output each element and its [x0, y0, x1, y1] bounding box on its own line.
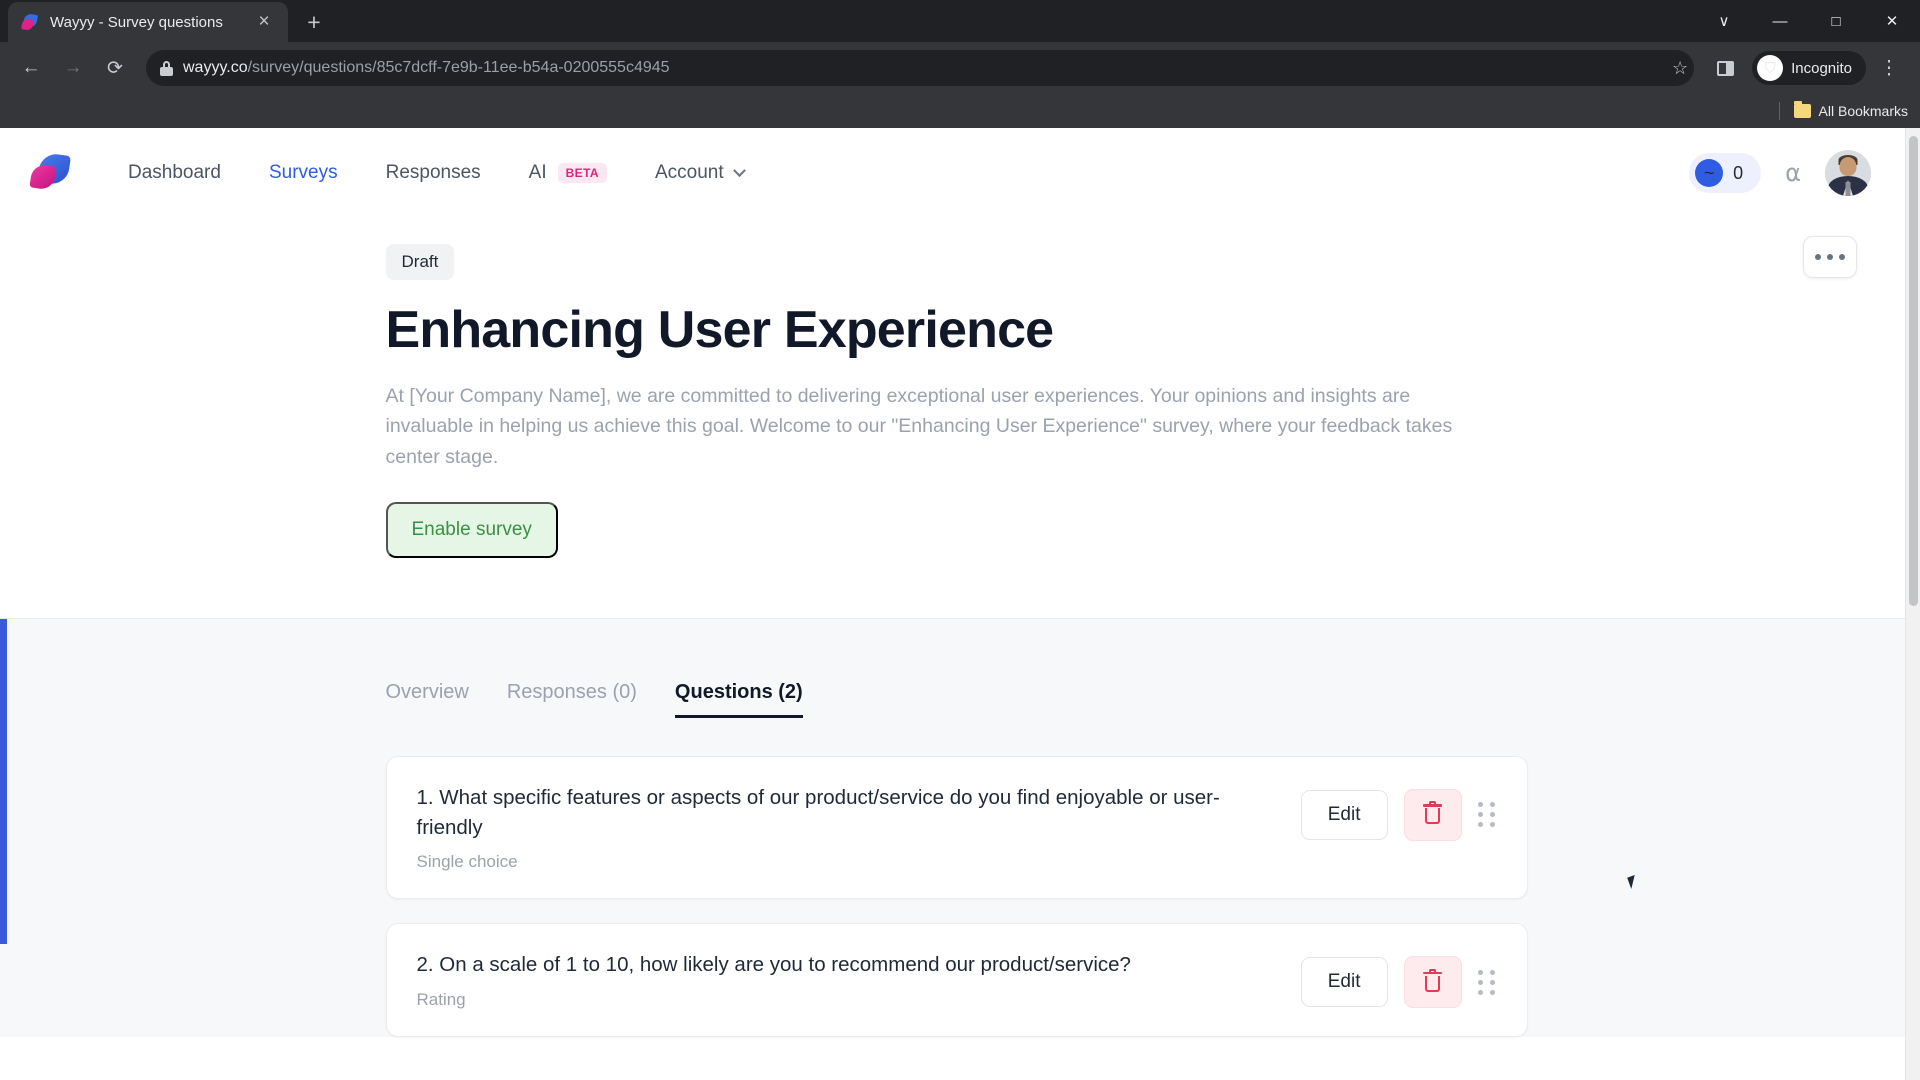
- wayyy-logo[interactable]: [29, 152, 72, 194]
- url-text: wayyy.co/survey/questions/85c7dcff-7e9b-…: [183, 59, 670, 77]
- status-badge: Draft: [385, 244, 455, 280]
- question-actions: Edit: [1300, 783, 1497, 841]
- trash-icon: [1423, 968, 1442, 993]
- trash-icon: [1423, 801, 1442, 825]
- tab-bar: Overview Responses (0) Questions (2): [386, 681, 1528, 734]
- minimize-icon[interactable]: —: [1752, 0, 1808, 42]
- bookmarks-bar: All Bookmarks: [0, 94, 1920, 128]
- incognito-badge[interactable]: ⛉ Incognito: [1752, 51, 1866, 85]
- maximize-icon[interactable]: □: [1808, 0, 1864, 42]
- delete-question-button[interactable]: [1403, 956, 1462, 1009]
- nav-item-ai[interactable]: AI BETA: [505, 162, 631, 184]
- beta-badge: BETA: [557, 163, 607, 183]
- delete-question-button[interactable]: [1403, 788, 1462, 841]
- question-content: 2. On a scale of 1 to 10, how likely are…: [417, 950, 1281, 1010]
- questions-list: 1. What specific features or aspects of …: [385, 755, 1528, 1037]
- browser-window: Wayyy - Survey questions × + ∨ — □ ✕ ← →…: [0, 0, 1920, 1080]
- bookmark-star-icon[interactable]: ☆: [1672, 58, 1688, 79]
- drag-handle-icon[interactable]: [1477, 802, 1497, 828]
- nav-item-account[interactable]: Account: [631, 162, 768, 184]
- edit-question-button[interactable]: Edit: [1300, 957, 1388, 1008]
- survey-description: At [Your Company Name], we are committed…: [385, 385, 1453, 468]
- nav-item-responses[interactable]: Responses: [362, 162, 505, 184]
- forward-icon[interactable]: →: [54, 49, 92, 87]
- nav-links: Dashboard Surveys Responses AI BETA Acco…: [104, 162, 768, 184]
- incognito-label: Incognito: [1791, 59, 1852, 77]
- credits-value: 0: [1733, 162, 1744, 183]
- side-panel-icon[interactable]: [1706, 49, 1744, 87]
- lock-icon: [160, 60, 173, 76]
- question-text: 1. What specific features or aspects of …: [416, 785, 1220, 839]
- browser-menu-icon[interactable]: ⋮: [1870, 49, 1908, 87]
- window-controls: ∨ — □ ✕: [1696, 0, 1920, 42]
- question-content: 1. What specific features or aspects of …: [417, 783, 1281, 872]
- browser-toolbar: ← → ⟳ wayyy.co/survey/questions/85c7dcff…: [0, 42, 1920, 94]
- url-path: /survey/questions/85c7dcff-7e9b-11ee-b54…: [247, 59, 670, 76]
- credits-pill[interactable]: ~ 0: [1689, 153, 1762, 193]
- page-content: Dashboard Surveys Responses AI BETA Acco…: [0, 128, 1905, 1080]
- nav-item-surveys[interactable]: Surveys: [245, 162, 362, 184]
- folder-icon: [1793, 101, 1811, 118]
- bell-icon[interactable]: ⍺: [1785, 159, 1801, 188]
- drag-handle-icon[interactable]: [1477, 969, 1497, 995]
- back-icon[interactable]: ←: [12, 49, 50, 87]
- tab-title: Wayyy - Survey questions: [50, 13, 223, 31]
- avatar[interactable]: [1825, 150, 1871, 196]
- address-bar[interactable]: wayyy.co/survey/questions/85c7dcff-7e9b-…: [146, 50, 1695, 86]
- chevron-down-icon: [732, 163, 746, 177]
- minimize-all-icon[interactable]: ∨: [1696, 0, 1752, 42]
- site-navbar: Dashboard Surveys Responses AI BETA Acco…: [0, 128, 1905, 218]
- new-tab-button[interactable]: +: [300, 8, 328, 36]
- all-bookmarks-label[interactable]: All Bookmarks: [1819, 103, 1908, 119]
- survey-body: Overview Responses (0) Questions (2) 1. …: [0, 618, 1905, 1037]
- page-title: Enhancing User Experience: [385, 301, 1055, 359]
- edit-question-button[interactable]: Edit: [1300, 789, 1388, 840]
- question-card: 2. On a scale of 1 to 10, how likely are…: [385, 923, 1528, 1037]
- divider: [1778, 102, 1780, 120]
- browser-tab[interactable]: Wayyy - Survey questions ×: [8, 2, 288, 42]
- tab-responses[interactable]: Responses (0): [507, 681, 637, 718]
- enable-survey-button[interactable]: Enable survey: [385, 501, 558, 558]
- omnibox-actions: ☆: [1672, 58, 1688, 79]
- wayyy-logo-icon: [21, 12, 40, 31]
- scrollbar-thumb[interactable]: [1909, 136, 1918, 606]
- tab-questions[interactable]: Questions (2): [674, 681, 803, 718]
- activity-pulse-icon: ~: [1695, 159, 1724, 187]
- page-scrollbar[interactable]: [1905, 128, 1920, 1080]
- url-domain: wayyy.co: [183, 59, 248, 76]
- nav-item-dashboard[interactable]: Dashboard: [104, 162, 245, 184]
- question-card: 1. What specific features or aspects of …: [385, 755, 1528, 900]
- question-actions: Edit: [1300, 950, 1497, 1009]
- reload-icon[interactable]: ⟳: [96, 49, 134, 87]
- nav-right-actions: ~ 0 ⍺: [1689, 150, 1871, 196]
- question-text: 2. On a scale of 1 to 10, how likely are…: [416, 953, 1131, 977]
- close-window-icon[interactable]: ✕: [1864, 0, 1920, 42]
- incognito-icon: ⛉: [1757, 55, 1784, 81]
- tab-strip: Wayyy - Survey questions × + ∨ — □ ✕: [0, 0, 1920, 42]
- question-type: Single choice: [416, 852, 518, 872]
- more-options-button[interactable]: [1803, 236, 1857, 278]
- tab-overview[interactable]: Overview: [386, 681, 469, 718]
- nav-item-account-label: Account: [655, 162, 724, 183]
- survey-header: Draft Enhancing User Experience At [Your…: [0, 218, 1905, 619]
- page-viewport: Dashboard Surveys Responses AI BETA Acco…: [0, 128, 1920, 1080]
- close-tab-icon[interactable]: ×: [250, 8, 278, 36]
- question-type: Rating: [416, 990, 466, 1009]
- nav-item-ai-label: AI: [528, 162, 547, 183]
